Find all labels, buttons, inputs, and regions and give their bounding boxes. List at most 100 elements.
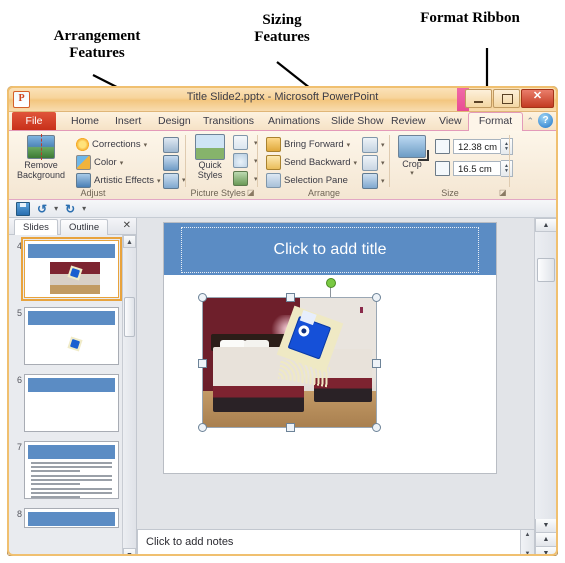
rotate-icon[interactable] bbox=[362, 173, 378, 189]
picture-styles-dialog-launcher[interactable]: ◪ bbox=[247, 189, 255, 197]
change-picture-icon[interactable] bbox=[163, 155, 179, 171]
chevron-down-icon[interactable]: ▾ bbox=[157, 177, 161, 185]
shape-height-icon bbox=[435, 139, 450, 154]
slide-thumbnail-7[interactable]: 7 bbox=[17, 441, 119, 499]
compress-pictures-icon[interactable] bbox=[163, 137, 179, 153]
tab-transitions[interactable]: Transitions bbox=[196, 112, 261, 130]
scrollbar-thumb[interactable] bbox=[124, 297, 135, 337]
remove-background-icon bbox=[27, 134, 55, 160]
tab-design[interactable]: Design bbox=[151, 112, 198, 130]
slide-number: 6 bbox=[16, 375, 22, 385]
notes-pane[interactable]: Click to add notes ▲ ▼ bbox=[137, 529, 535, 555]
save-icon[interactable] bbox=[16, 201, 30, 216]
send-backward-button[interactable]: Send Backward ▾ bbox=[266, 155, 357, 170]
color-button[interactable]: Color ▾ bbox=[76, 155, 123, 170]
resize-handle-ne[interactable] bbox=[372, 293, 381, 302]
restore-button[interactable] bbox=[493, 89, 520, 108]
tab-view[interactable]: View bbox=[432, 112, 469, 130]
tab-format[interactable]: Format bbox=[468, 112, 523, 132]
group-label-picture-styles: Picture Styles bbox=[190, 188, 246, 198]
chevron-down-icon[interactable]: ▾ bbox=[120, 159, 124, 167]
shape-width-stepper[interactable]: ▲ ▼ bbox=[501, 160, 513, 177]
selected-picture[interactable] bbox=[198, 293, 381, 432]
shape-width-value[interactable]: 16.5 cm bbox=[453, 161, 501, 176]
size-dialog-launcher[interactable]: ◪ bbox=[499, 189, 507, 197]
ribbon-group-picture-styles: Quick Styles ▾ ▾ ▾ Picture Styles ◪ bbox=[186, 131, 258, 199]
notes-scrollbar[interactable]: ▲ ▼ bbox=[520, 530, 534, 555]
scroll-up-icon[interactable]: ▲ bbox=[123, 235, 136, 248]
tab-insert[interactable]: Insert bbox=[108, 112, 148, 130]
bring-forward-button[interactable]: Bring Forward ▾ bbox=[266, 137, 350, 152]
chevron-down-icon[interactable]: ▾ bbox=[347, 141, 351, 149]
slide-thumbnail-4[interactable]: 4 bbox=[17, 237, 122, 301]
resize-handle-n[interactable] bbox=[285, 293, 295, 302]
title-placeholder[interactable]: Click to add title bbox=[181, 227, 479, 273]
quick-styles-icon bbox=[195, 134, 225, 160]
crop-button[interactable]: Crop ▾ bbox=[392, 135, 432, 177]
shape-height-value[interactable]: 12.38 cm bbox=[453, 139, 501, 154]
resize-handle-sw[interactable] bbox=[198, 423, 207, 432]
shape-width-field[interactable]: 16.5 cm ▲ ▼ bbox=[435, 160, 513, 177]
shape-height-field[interactable]: 12.38 cm ▲ ▼ bbox=[435, 138, 513, 155]
pane-tabs: Slides Outline ✕ bbox=[8, 218, 136, 235]
slide-thumbnail-list[interactable]: 4 5 6 7 8 bbox=[8, 235, 123, 555]
shape-height-stepper[interactable]: ▲ ▼ bbox=[501, 138, 513, 155]
tab-animations[interactable]: Animations bbox=[261, 112, 327, 130]
tab-home[interactable]: Home bbox=[64, 112, 106, 130]
help-icon[interactable]: ? bbox=[538, 113, 553, 128]
align-icon[interactable] bbox=[362, 137, 378, 153]
chevron-down-icon[interactable]: ▾ bbox=[354, 159, 358, 167]
artistic-effects-button[interactable]: Artistic Effects ▾ bbox=[76, 173, 161, 188]
scroll-down-icon[interactable]: ▼ bbox=[123, 548, 136, 555]
slide-thumbnail-8[interactable]: 8 bbox=[17, 508, 119, 528]
resize-handle-w[interactable] bbox=[198, 358, 207, 368]
group-label-adjust: Adjust bbox=[80, 188, 106, 198]
group-icon[interactable] bbox=[362, 155, 378, 171]
pane-tab-slides[interactable]: Slides bbox=[14, 219, 58, 235]
resize-handle-se[interactable] bbox=[372, 423, 381, 432]
remove-background-button[interactable]: Remove Background bbox=[11, 134, 71, 180]
chevron-down-icon[interactable]: ▾ bbox=[392, 169, 432, 177]
chevron-down-icon[interactable]: ▾ bbox=[381, 177, 385, 185]
previous-slide-button[interactable]: ▲ bbox=[535, 533, 557, 547]
quick-styles-button[interactable]: Quick Styles bbox=[188, 134, 232, 180]
tab-file[interactable]: File bbox=[12, 112, 56, 130]
scroll-down-icon[interactable]: ▼ bbox=[521, 549, 534, 555]
selection-pane-button[interactable]: Selection Pane bbox=[266, 173, 348, 188]
thumbnail-scrollbar[interactable]: ▲ ▼ bbox=[122, 235, 136, 555]
chevron-down-icon[interactable]: ▾ bbox=[144, 141, 148, 149]
resize-handle-e[interactable] bbox=[372, 358, 381, 368]
corrections-button[interactable]: Corrections ▾ bbox=[76, 137, 147, 152]
scroll-down-icon[interactable]: ▼ bbox=[535, 519, 557, 533]
undo-dropdown-icon[interactable]: ▾ bbox=[54, 204, 58, 213]
scroll-up-icon[interactable]: ▲ bbox=[521, 530, 534, 541]
next-slide-button[interactable]: ▼ bbox=[535, 547, 557, 555]
tab-review[interactable]: Review bbox=[384, 112, 432, 130]
picture-layout-button[interactable]: ▾ bbox=[233, 171, 258, 186]
undo-icon[interactable]: ↺ bbox=[37, 203, 47, 215]
resize-handle-nw[interactable] bbox=[198, 293, 207, 302]
reset-picture-icon[interactable] bbox=[163, 173, 179, 189]
minimize-button[interactable] bbox=[465, 89, 492, 108]
rotation-handle[interactable] bbox=[326, 278, 336, 288]
picture-effects-button[interactable]: ▾ bbox=[233, 153, 258, 168]
slide-title-band: Click to add title bbox=[164, 223, 496, 275]
slide-thumbnail-5[interactable]: 5 bbox=[17, 307, 119, 365]
close-pane-icon[interactable]: ✕ bbox=[123, 220, 131, 232]
scrollbar-thumb[interactable] bbox=[537, 258, 555, 282]
current-slide[interactable]: Click to add title bbox=[163, 222, 497, 474]
minimize-ribbon-icon[interactable]: ⌃ bbox=[526, 116, 534, 127]
pane-tab-outline[interactable]: Outline bbox=[60, 219, 109, 235]
chevron-down-icon[interactable]: ▾ bbox=[381, 159, 385, 167]
redo-icon[interactable]: ↻ bbox=[65, 203, 75, 215]
tab-slide-show[interactable]: Slide Show bbox=[324, 112, 391, 130]
picture-border-button[interactable]: ▾ bbox=[233, 135, 258, 150]
slide-vertical-scrollbar[interactable]: ▲ ▼ ▲ ▼ bbox=[534, 218, 557, 555]
chevron-down-icon[interactable]: ▾ bbox=[381, 141, 385, 149]
close-button[interactable]: ✕ bbox=[521, 89, 554, 108]
customize-qat-icon[interactable]: ▾ bbox=[82, 204, 86, 213]
thumb-title-bar bbox=[28, 311, 115, 325]
resize-handle-s[interactable] bbox=[285, 423, 295, 432]
slide-thumbnail-6[interactable]: 6 bbox=[17, 374, 119, 432]
scroll-up-icon[interactable]: ▲ bbox=[535, 218, 557, 232]
